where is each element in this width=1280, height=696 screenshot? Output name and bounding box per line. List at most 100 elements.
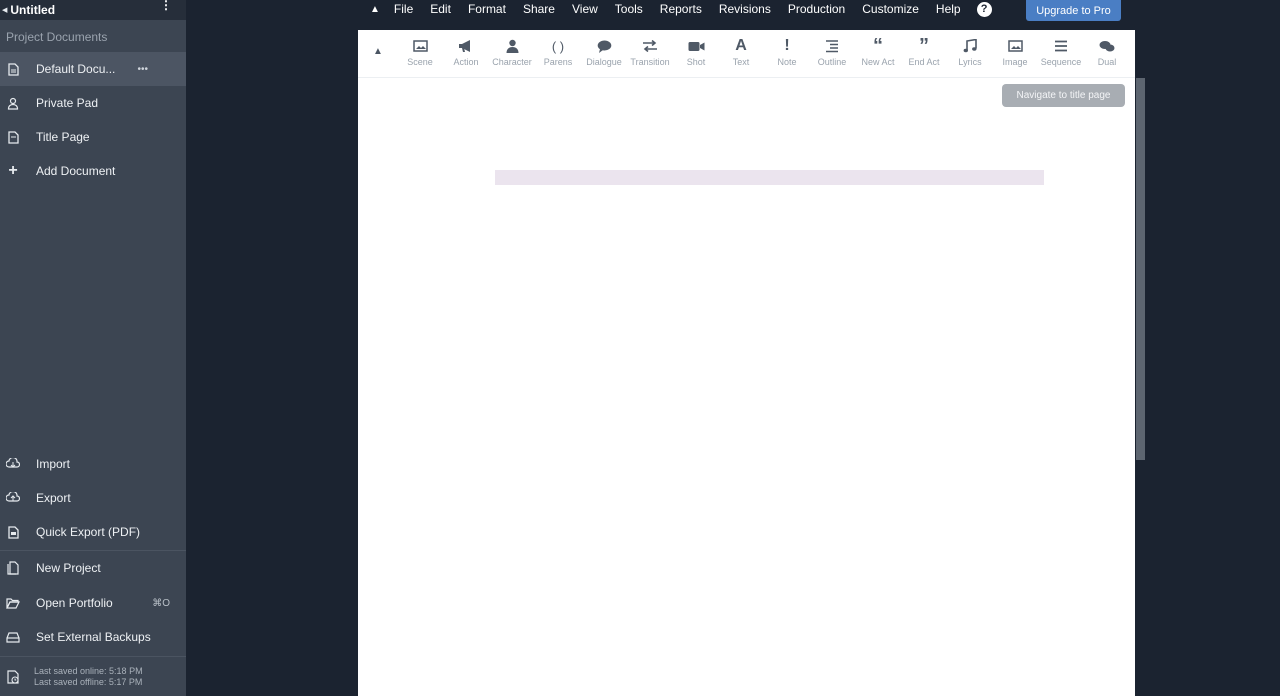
save-status-icon (6, 670, 20, 684)
text-icon: A (735, 37, 747, 54)
sidebar-item-title-page[interactable]: Title Page (0, 120, 186, 154)
sidebar-item-open-portfolio[interactable]: Open Portfolio ⌘O (0, 586, 186, 620)
outline-icon (825, 37, 839, 55)
backup-icon (6, 630, 20, 644)
toolbar-parens-button[interactable]: ( ) Parens (535, 37, 581, 73)
sidebar-item-import[interactable]: Import (0, 447, 186, 481)
toolbar-label: Character (492, 57, 532, 67)
sidebar-item-label: Default Docu... (36, 62, 116, 76)
import-icon (6, 457, 20, 471)
sidebar-item-label: Import (36, 457, 71, 471)
toolbar-label: Shot (686, 57, 706, 67)
project-menu-icon[interactable]: ⋮ (160, 0, 172, 11)
toolbar-transition-button[interactable]: Transition (627, 37, 673, 73)
toolbar-sequence-button[interactable]: Sequence (1038, 37, 1084, 73)
toolbar-end-act-button[interactable]: ” End Act (901, 35, 947, 73)
section-label: Project Documents (6, 30, 108, 44)
megaphone-icon (458, 37, 474, 55)
sidebar-item-label: Quick Export (PDF) (36, 525, 141, 539)
toolbar-label: Lyrics (958, 57, 982, 67)
toolbar-scene-button[interactable]: Scene (397, 37, 443, 73)
menu-view[interactable]: View (572, 2, 598, 16)
menu-help[interactable]: Help (936, 2, 961, 16)
menu-file[interactable]: File (394, 2, 413, 16)
project-title: Untitled (10, 3, 56, 17)
help-icon[interactable]: ? (976, 1, 992, 17)
toolbar-label: Image (1002, 57, 1028, 67)
toolbar-label: New Act (861, 57, 895, 67)
sidebar-item-label: Add Document (36, 164, 116, 178)
toolbar-label: Transition (630, 57, 670, 67)
toolbar-text-button[interactable]: A Text (718, 37, 764, 73)
sidebar-item-export[interactable]: Export (0, 481, 186, 515)
first-line-placeholder[interactable] (495, 170, 1044, 185)
toolbar-label: Dual (1097, 57, 1117, 67)
sidebar-item-default-document[interactable]: Default Docu... ••• (0, 52, 186, 86)
menu-edit[interactable]: Edit (430, 2, 451, 16)
list-icon (1054, 37, 1068, 55)
close-quote-icon: ” (919, 35, 929, 57)
menu-customize[interactable]: Customize (862, 2, 919, 16)
exclamation-icon: ! (784, 37, 790, 54)
toolbar-label: Outline (817, 57, 847, 67)
toolbar-character-button[interactable]: Character (489, 37, 535, 73)
menu-tools[interactable]: Tools (615, 2, 643, 16)
open-quote-icon: “ (873, 35, 883, 57)
menu-bar: ▲ File Edit Format Share View Tools Repo… (370, 0, 992, 18)
navigate-tooltip: Navigate to title page (1002, 84, 1125, 107)
sidebar-item-label: Export (36, 491, 71, 505)
sidebar-item-quick-export-pdf[interactable]: Quick Export (PDF) (0, 515, 186, 549)
toolbar-outline-button[interactable]: Outline (809, 37, 855, 73)
toolbar-image-button[interactable]: Image (992, 37, 1038, 73)
collapse-toolbar-icon[interactable]: ▲ (373, 46, 383, 57)
sidebar-item-private-pad[interactable]: Private Pad (0, 86, 186, 120)
sidebar: ◀ Untitled ⋮ Project Documents Default D… (0, 0, 186, 696)
menu-production[interactable]: Production (788, 2, 845, 16)
toolbar-action-button[interactable]: Action (443, 37, 489, 73)
editor-scrollbar[interactable] (1136, 78, 1145, 460)
parens-icon: ( ) (551, 38, 565, 54)
toolbar-shot-button[interactable]: Shot (673, 37, 719, 73)
image-icon (412, 37, 428, 55)
sidebar-item-new-project[interactable]: New Project (0, 551, 186, 585)
private-pad-icon (6, 96, 20, 110)
element-toolbar: ▲ Scene Action Character ( ) Parens Dial… (358, 30, 1135, 78)
sidebar-item-label: Title Page (36, 130, 90, 144)
toolbar-label: Scene (407, 57, 433, 67)
toolbar-lyrics-button[interactable]: Lyrics (947, 37, 993, 73)
plus-icon: + (8, 162, 18, 179)
toolbar-label: End Act (908, 57, 940, 67)
upgrade-to-pro-button[interactable]: Upgrade to Pro (1026, 0, 1121, 21)
toolbar-dialogue-button[interactable]: Dialogue (581, 37, 627, 73)
title-page-icon (6, 130, 20, 144)
pdf-icon (6, 525, 20, 539)
script-editor[interactable]: ▲ Scene Action Character ( ) Parens Dial… (358, 30, 1135, 696)
collapse-caret-icon[interactable]: ◀ (2, 6, 7, 14)
new-project-icon (6, 561, 20, 575)
toolbar-label: Sequence (1040, 57, 1082, 67)
menu-revisions[interactable]: Revisions (719, 2, 771, 16)
toolbar-label: Dialogue (586, 57, 622, 67)
speech-bubble-icon (597, 37, 612, 55)
toolbar-label: Note (777, 57, 797, 67)
collapse-menu-icon[interactable]: ▲ (370, 4, 380, 15)
sidebar-item-label: Private Pad (36, 96, 99, 110)
more-icon[interactable]: ••• (137, 64, 148, 75)
sidebar-item-label: Open Portfolio (36, 596, 113, 610)
person-icon (506, 37, 519, 55)
document-icon (6, 62, 20, 76)
sidebar-item-set-external-backups[interactable]: Set External Backups (0, 620, 186, 654)
menu-format[interactable]: Format (468, 2, 506, 16)
toolbar-note-button[interactable]: ! Note (764, 37, 810, 73)
chat-icon (1099, 37, 1115, 55)
sidebar-item-add-document[interactable]: + Add Document (0, 154, 186, 188)
sidebar-item-label: Set External Backups (36, 630, 151, 644)
toolbar-new-act-button[interactable]: “ New Act (855, 35, 901, 73)
shortcut-hint: ⌘O (152, 597, 170, 609)
menu-share[interactable]: Share (523, 2, 555, 16)
export-icon (6, 491, 20, 505)
project-header[interactable]: ◀ Untitled ⋮ (0, 0, 186, 20)
toolbar-dual-button[interactable]: Dual (1084, 37, 1130, 73)
menu-reports[interactable]: Reports (660, 2, 702, 16)
sidebar-item-label: New Project (36, 561, 101, 575)
